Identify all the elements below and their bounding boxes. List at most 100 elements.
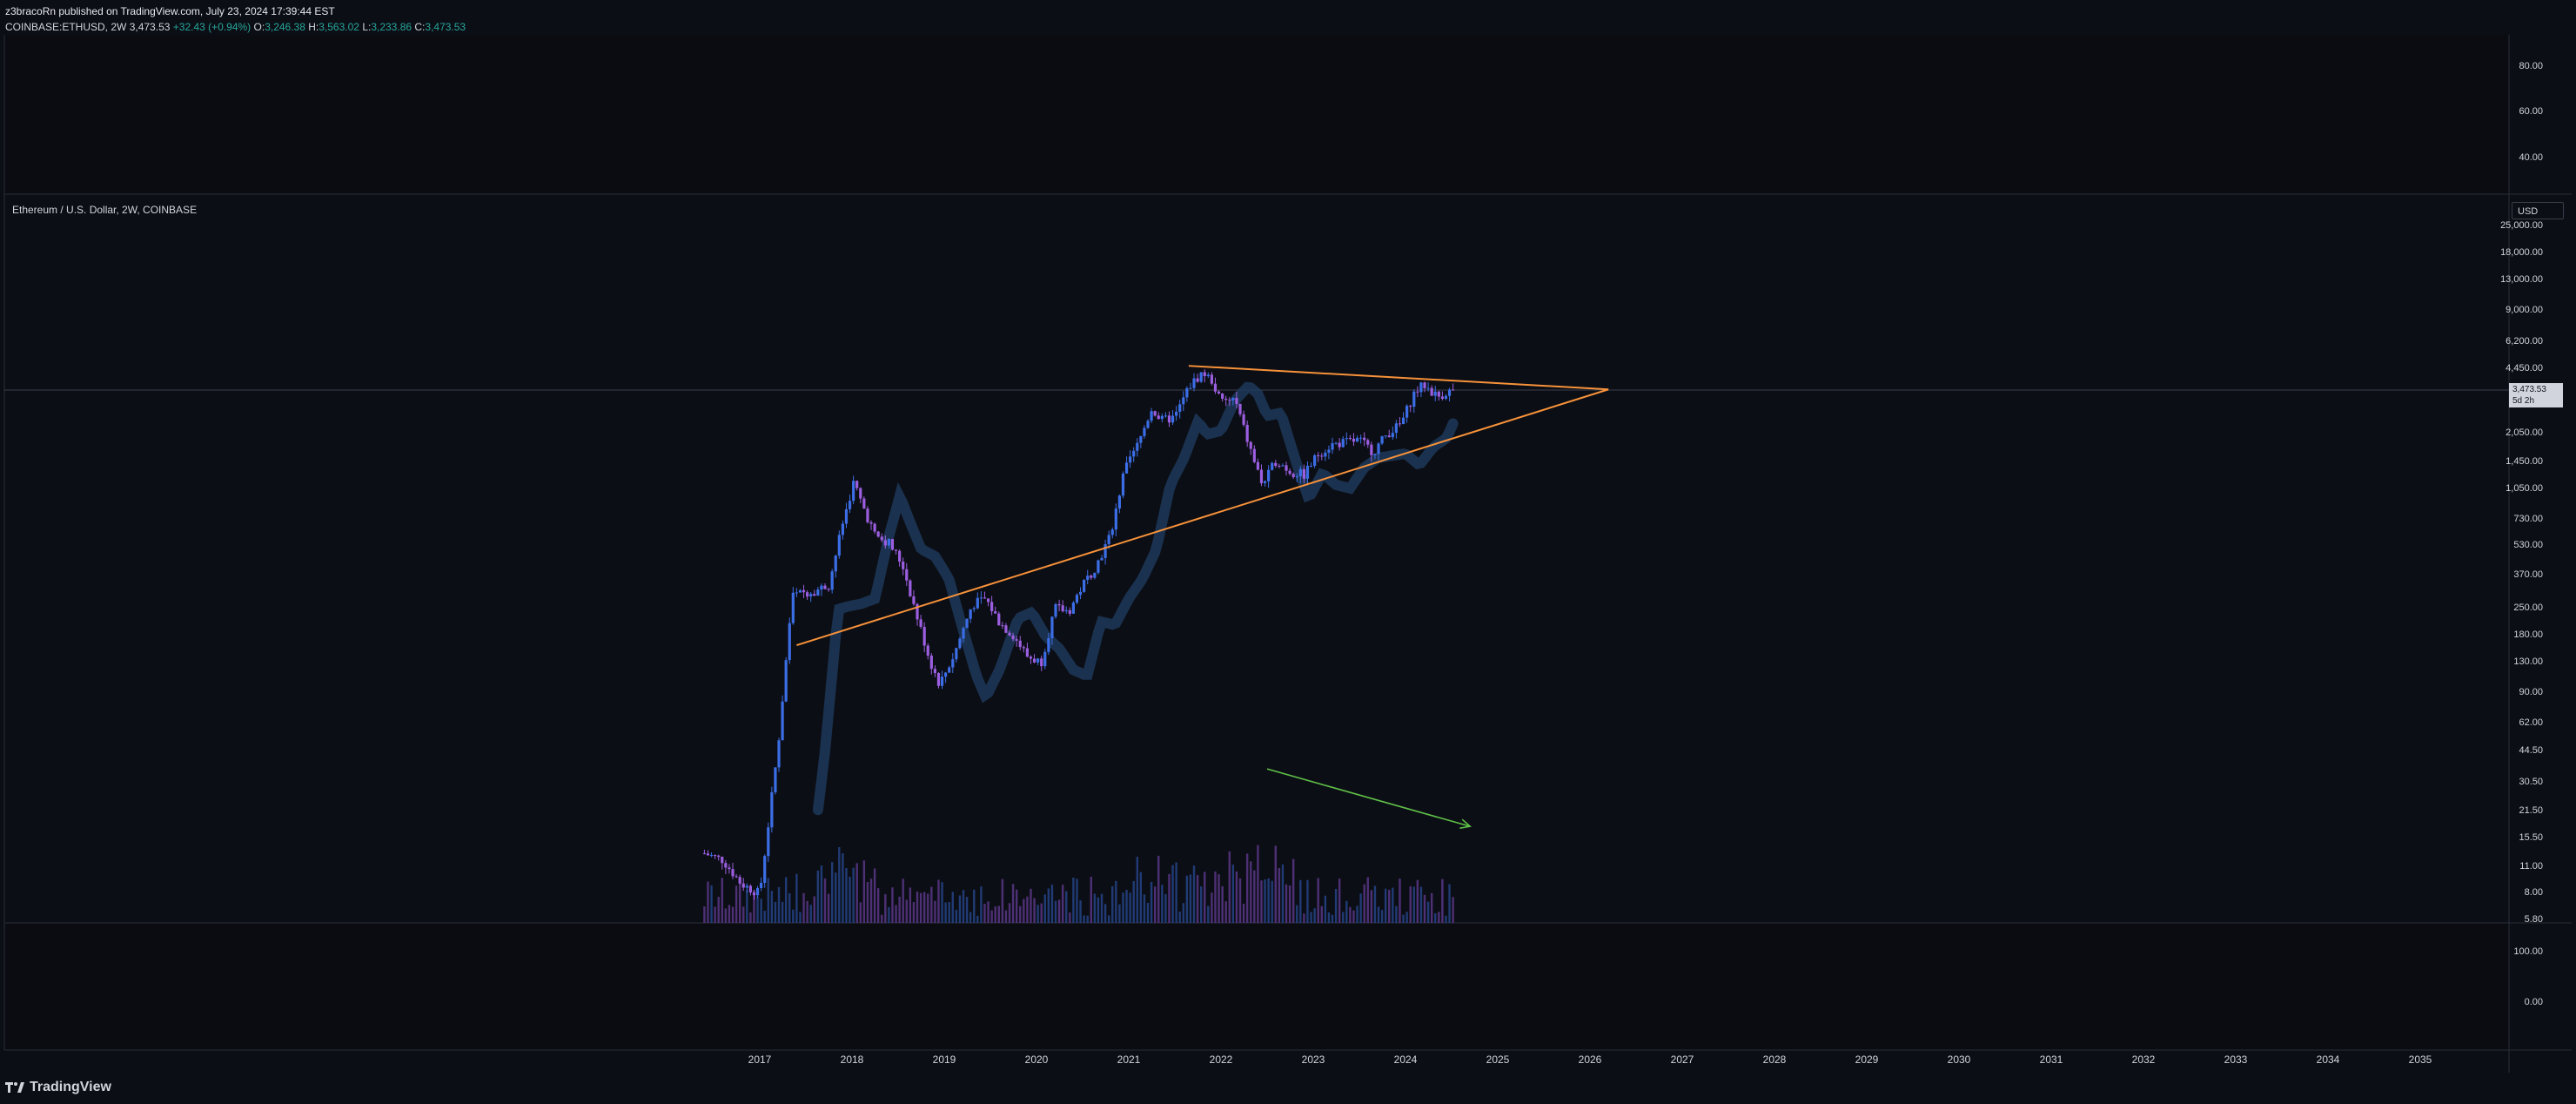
candle-body bbox=[735, 876, 738, 878]
volume-divergence-arrow[interactable] bbox=[1266, 768, 1471, 827]
volume-bar bbox=[1214, 871, 1217, 923]
volume-bar bbox=[777, 886, 781, 923]
price-tick-label: 30.50 bbox=[2519, 776, 2543, 787]
candle-body bbox=[731, 869, 735, 877]
candle-body bbox=[1317, 455, 1320, 457]
volume-bar bbox=[728, 905, 731, 923]
time-tick-label: 2018 bbox=[840, 1054, 864, 1066]
volume-bar bbox=[1452, 897, 1454, 923]
candle-body bbox=[1298, 468, 1302, 477]
candle-body bbox=[795, 592, 798, 594]
candle-body bbox=[958, 638, 962, 649]
volume-bar bbox=[1377, 906, 1380, 923]
price-tick-label: 1,450.00 bbox=[2506, 456, 2543, 468]
tradingview-footer[interactable]: TradingView bbox=[5, 1080, 111, 1095]
volume-bar bbox=[714, 906, 716, 923]
candle-body bbox=[1373, 454, 1377, 455]
candle-body bbox=[844, 508, 849, 524]
volume-bar bbox=[1136, 857, 1138, 923]
candle-body bbox=[1412, 391, 1416, 407]
candle-body bbox=[1320, 455, 1324, 457]
volume-bar bbox=[1175, 862, 1177, 923]
volume-bar bbox=[1434, 912, 1437, 923]
top-pane-bg bbox=[4, 35, 2509, 194]
candle-body bbox=[1267, 469, 1271, 481]
pane-title: Ethereum / U.S. Dollar, 2W, COINBASE bbox=[12, 204, 198, 216]
candle-body bbox=[774, 767, 777, 793]
chart-canvas[interactable] bbox=[0, 0, 2576, 1104]
candle-body bbox=[1423, 382, 1426, 388]
candle-body bbox=[1192, 378, 1196, 388]
candle-body bbox=[1036, 658, 1040, 663]
volume-bar bbox=[1310, 912, 1312, 923]
volume-bar bbox=[990, 910, 993, 923]
volume-bar bbox=[1199, 886, 1203, 923]
candle-body bbox=[1285, 465, 1288, 471]
volume-bar bbox=[1238, 878, 1242, 923]
candle-body bbox=[1043, 651, 1047, 667]
volume-bar bbox=[1399, 878, 1401, 923]
volume-bar bbox=[934, 900, 936, 923]
price-tick-label: 370.00 bbox=[2513, 569, 2543, 581]
volume-bar bbox=[1448, 884, 1451, 923]
price-tick-label: 250.00 bbox=[2513, 602, 2543, 613]
volume-bar bbox=[1185, 875, 1189, 923]
candle-body bbox=[1213, 383, 1218, 392]
candle-body bbox=[905, 569, 909, 581]
candle-body bbox=[1083, 579, 1086, 592]
candle-body bbox=[1366, 440, 1370, 445]
volume-bar bbox=[1405, 912, 1408, 923]
volume-bar bbox=[763, 911, 766, 923]
candle-body bbox=[1093, 572, 1097, 578]
candle-body bbox=[1245, 424, 1249, 442]
volume-bar bbox=[1204, 872, 1206, 923]
volume-bar bbox=[1313, 908, 1316, 923]
price-tick-label: 18,000.00 bbox=[2500, 247, 2543, 259]
candle-body bbox=[983, 597, 987, 599]
volume-bar bbox=[1129, 892, 1131, 923]
volume-bar bbox=[1224, 901, 1227, 923]
volume-bar bbox=[983, 904, 986, 923]
candle-body bbox=[1256, 461, 1259, 470]
price-tick-label: 530.00 bbox=[2513, 540, 2543, 550]
volume-bar bbox=[707, 881, 709, 923]
candle-body bbox=[1235, 398, 1238, 404]
candle-body bbox=[873, 523, 876, 532]
candle-body bbox=[1274, 462, 1278, 467]
candle-body bbox=[1430, 387, 1433, 396]
volume-bar bbox=[1395, 905, 1398, 923]
volume-bar bbox=[1008, 903, 1011, 923]
price-tick-label: 13,000.00 bbox=[2500, 274, 2543, 286]
candle-body bbox=[990, 602, 994, 612]
candle-body bbox=[1331, 442, 1334, 450]
volume-bar bbox=[721, 878, 723, 923]
time-tick-label: 2030 bbox=[1947, 1054, 1971, 1066]
candle-body bbox=[748, 885, 752, 893]
candle-body bbox=[834, 555, 837, 572]
candle-body bbox=[1387, 435, 1391, 438]
volume-bar bbox=[1303, 913, 1305, 923]
volume-bar bbox=[1278, 867, 1281, 923]
volume-bar bbox=[1384, 888, 1387, 923]
volume-bar bbox=[838, 847, 841, 923]
volume-bar bbox=[1331, 914, 1334, 923]
currency-button[interactable]: USD bbox=[2512, 202, 2564, 219]
tradingview-logo-icon bbox=[5, 1082, 24, 1093]
candle-body bbox=[1405, 406, 1409, 418]
candle-body bbox=[1271, 462, 1274, 470]
volume-bar bbox=[1402, 914, 1405, 923]
candle-body bbox=[997, 613, 1001, 626]
candle-body bbox=[936, 673, 941, 686]
candle-body bbox=[1153, 411, 1157, 416]
time-tick-label: 2035 bbox=[2408, 1054, 2432, 1066]
candle-body bbox=[784, 660, 788, 702]
candle-body bbox=[1384, 435, 1387, 437]
volume-bar bbox=[951, 892, 954, 923]
time-tick-label: 2024 bbox=[1393, 1054, 1418, 1066]
volume-bar bbox=[756, 896, 759, 923]
candle-body bbox=[1022, 647, 1025, 649]
volume-bar bbox=[1257, 845, 1259, 923]
volume-bar bbox=[1118, 904, 1121, 923]
volume-layer bbox=[703, 845, 1454, 923]
candle-body bbox=[1132, 450, 1136, 457]
